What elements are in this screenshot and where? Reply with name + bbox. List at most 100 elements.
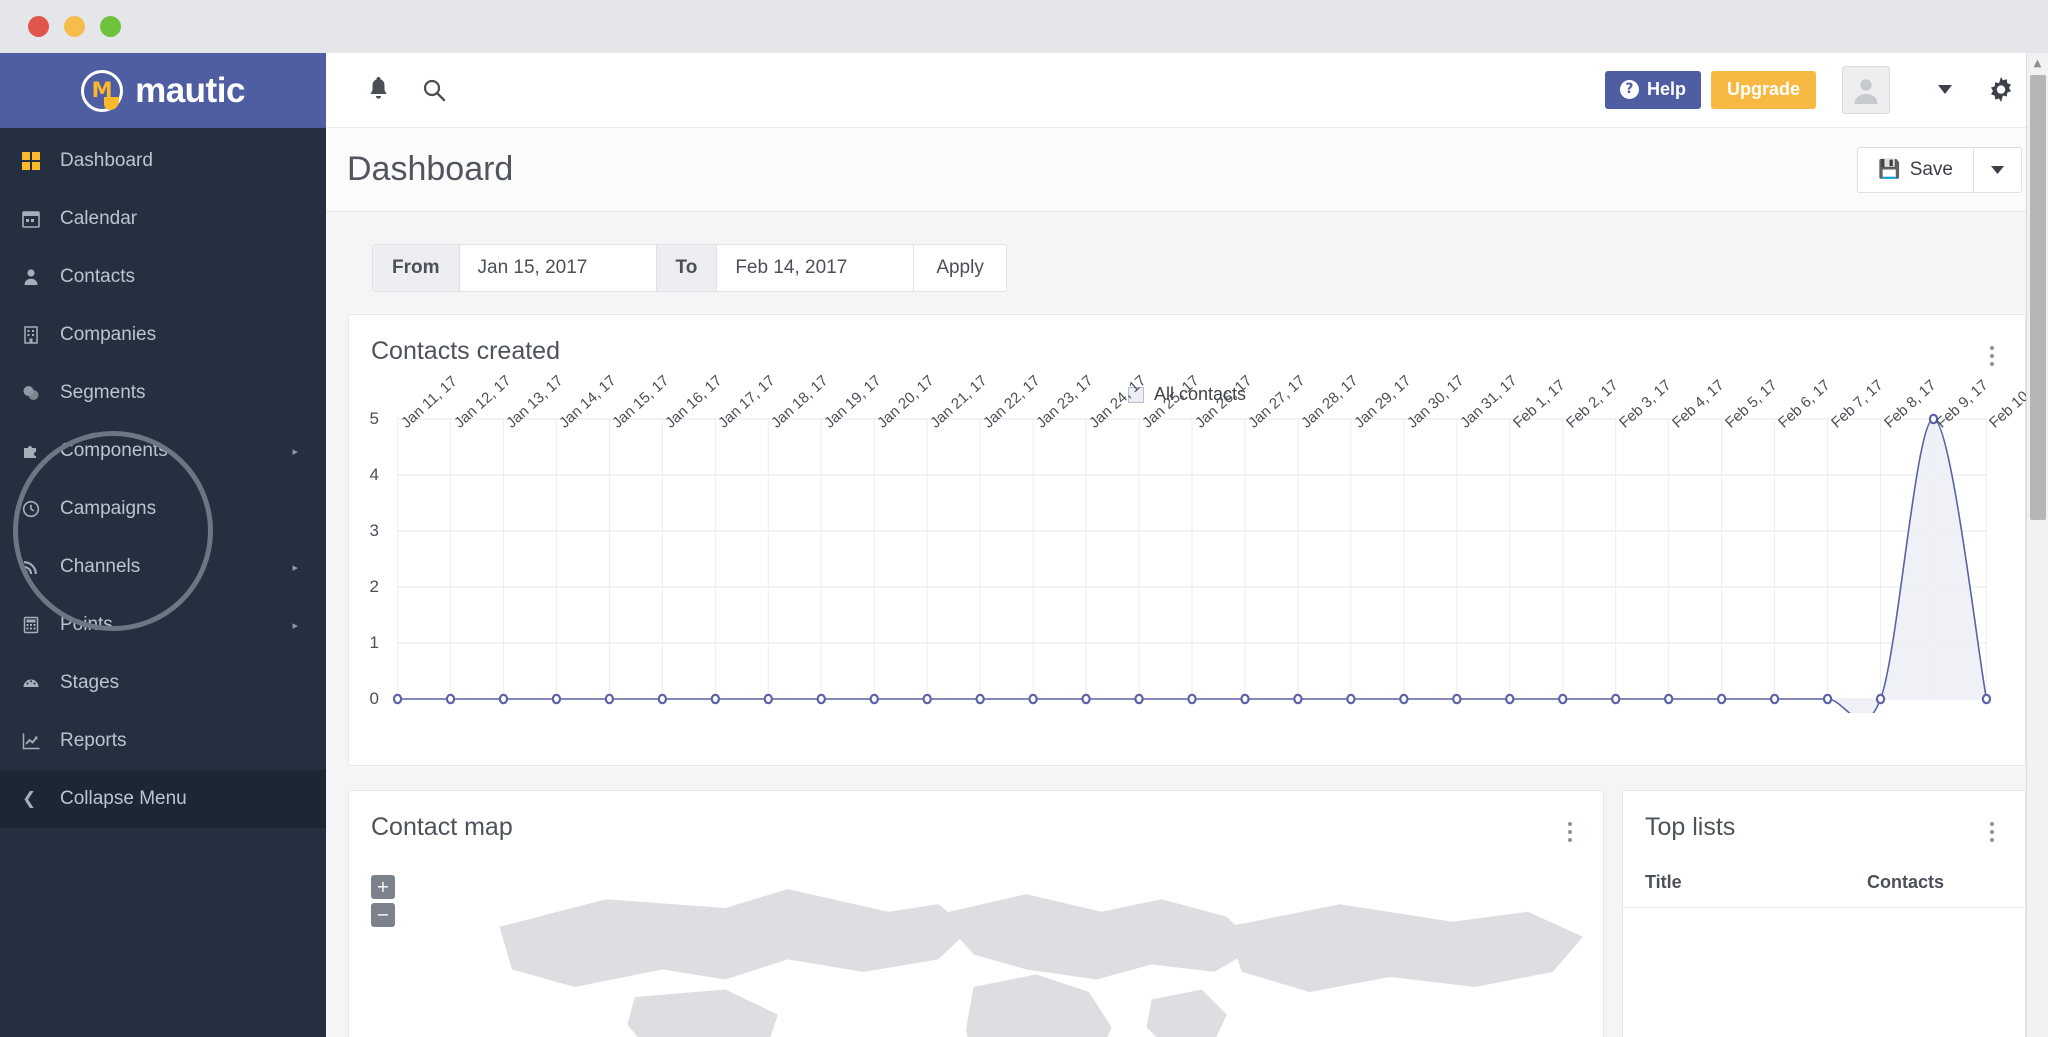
- app-root: M mautic Dashboard Calendar Contacts Com…: [0, 53, 2048, 1037]
- sidebar-item-label: Components: [60, 440, 168, 461]
- sidebar-item-components[interactable]: Components ▸: [0, 422, 326, 480]
- map-zoom-out-button[interactable]: −: [371, 903, 395, 928]
- brand-logo[interactable]: M mautic: [0, 53, 326, 128]
- date-from-input[interactable]: [459, 245, 657, 292]
- map-zoom-in-button[interactable]: +: [371, 875, 395, 900]
- contacts-created-panel: Contacts created All contacts Jan 11, 17…: [348, 314, 2048, 767]
- calendar-icon: [22, 210, 60, 228]
- sidebar-item-label: Stages: [60, 672, 120, 693]
- sidebar-item-reports[interactable]: Reports: [0, 712, 326, 770]
- column-header-title: Title: [1645, 872, 1682, 893]
- map-panel-title: Contact map: [371, 813, 513, 842]
- save-button-group: 💾 Save: [1857, 146, 2022, 193]
- sidebar-collapse-label: Collapse Menu: [60, 788, 187, 809]
- puzzle-icon: [22, 442, 60, 460]
- sidebar-item-contacts[interactable]: Contacts: [0, 248, 326, 306]
- chart-y-tick-label: 2: [369, 577, 379, 597]
- sidebar-item-campaigns[interactable]: Campaigns: [0, 480, 326, 538]
- topbar-user-dropdown[interactable]: [1920, 65, 1970, 115]
- clock-icon: [22, 500, 60, 518]
- sidebar-item-label: Companies: [60, 324, 157, 345]
- page-title: Dashboard: [347, 150, 514, 189]
- topbar: ? Help Upgrade: [326, 53, 2048, 128]
- building-icon: [22, 326, 60, 344]
- user-avatar-icon: [1854, 79, 1878, 104]
- toplists-panel-title: Top lists: [1645, 813, 1736, 842]
- chevron-right-icon: ▸: [292, 444, 298, 458]
- chevron-right-icon: ▸: [292, 618, 298, 632]
- sidebar-item-channels[interactable]: Channels ▸: [0, 538, 326, 596]
- chart-y-tick-label: 0: [369, 689, 379, 709]
- calculator-icon: [22, 616, 60, 634]
- date-from-label: From: [373, 245, 460, 292]
- sidebar-item-label: Segments: [60, 382, 146, 403]
- window-maximize-button[interactable]: [100, 16, 121, 37]
- window-minimize-button[interactable]: [64, 16, 85, 37]
- segments-icon: [22, 384, 60, 402]
- search-icon[interactable]: [406, 62, 462, 118]
- apply-button[interactable]: Apply: [914, 245, 1006, 292]
- toplists-panel-header: Top lists: [1623, 791, 2025, 843]
- contacts-created-chart: Jan 11, 17 Jan 12, 17 Jan 13, 17 Jan 14, 17…: [370, 371, 2048, 714]
- help-button[interactable]: ? Help: [1604, 70, 1701, 109]
- sidebar-item-label: Dashboard: [60, 150, 153, 171]
- grid-icon: [22, 152, 60, 170]
- bell-icon[interactable]: [350, 62, 406, 118]
- sidebar-item-calendar[interactable]: Calendar: [0, 190, 326, 248]
- avatar[interactable]: [1842, 65, 1890, 114]
- sidebar-item-points[interactable]: Points ▸: [0, 596, 326, 654]
- sidebar-item-companies[interactable]: Companies: [0, 306, 326, 364]
- scrollbar-thumb[interactable]: [2030, 75, 2046, 520]
- dashboard-content: From To Apply Contacts created All conta…: [326, 212, 2048, 1037]
- save-dropdown-button[interactable]: [1974, 146, 2022, 193]
- chevron-down-icon: [1938, 85, 1952, 95]
- chart-y-tick-label: 5: [369, 409, 379, 429]
- gear-icon: [1991, 76, 2011, 102]
- contacts-panel-title: Contacts created: [371, 337, 560, 366]
- sidebar-item-label: Channels: [60, 556, 141, 577]
- upgrade-button[interactable]: Upgrade: [1710, 70, 1816, 109]
- sidebar-nav: Dashboard Calendar Contacts Companies Se…: [0, 128, 326, 1037]
- main-area: ? Help Upgrade Dashboard 💾 Save From Jan…: [326, 53, 2048, 1037]
- sidebar-item-dashboard[interactable]: Dashboard: [0, 132, 326, 190]
- sidebar-item-label: Calendar: [60, 208, 138, 229]
- kebab-menu-icon[interactable]: [1557, 813, 1583, 843]
- sidebar-collapse-menu-button[interactable]: ❮ Collapse Menu: [0, 770, 326, 828]
- map-zoom-controls: + −: [371, 875, 395, 928]
- chart-y-tick-label: 4: [369, 465, 379, 485]
- chevron-down-icon: [1991, 165, 2004, 174]
- save-button[interactable]: 💾 Save: [1857, 146, 1974, 193]
- settings-gear-button[interactable]: [1976, 65, 2026, 115]
- chart-y-tick-label: 1: [369, 633, 379, 653]
- date-to-label: To: [656, 245, 718, 292]
- dashboard-bottom-row: Contact map + − Top lists Title Contacts: [348, 790, 2026, 1037]
- contact-map-panel: Contact map + −: [348, 790, 1604, 1037]
- person-icon: [22, 268, 60, 286]
- help-badge-icon: ?: [1619, 80, 1639, 100]
- chevron-right-icon: ▸: [292, 560, 298, 574]
- page-header: Dashboard 💾 Save: [326, 127, 2048, 213]
- kebab-menu-icon[interactable]: [1979, 337, 2005, 367]
- sidebar: M mautic Dashboard Calendar Contacts Com…: [0, 53, 326, 1037]
- sidebar-item-label: Reports: [60, 730, 127, 751]
- top-lists-table-header: Title Contacts: [1623, 856, 2025, 909]
- scroll-up-arrow-icon[interactable]: ▲: [2027, 53, 2048, 73]
- vertical-scrollbar[interactable]: ▲: [2026, 53, 2048, 1037]
- sidebar-item-segments[interactable]: Segments: [0, 364, 326, 422]
- sidebar-item-stages[interactable]: Stages: [0, 654, 326, 712]
- sidebar-item-label: Points: [60, 614, 113, 635]
- gauge-icon: [22, 674, 60, 692]
- chart-plot-area: [389, 413, 1995, 714]
- date-to-input[interactable]: [717, 245, 915, 292]
- sidebar-item-label: Campaigns: [60, 498, 157, 519]
- help-button-label: Help: [1646, 79, 1686, 100]
- world-map[interactable]: [349, 839, 1603, 1037]
- chevron-left-icon: ❮: [22, 789, 37, 809]
- chart-icon: [22, 732, 60, 750]
- top-lists-panel: Top lists Title Contacts: [1622, 790, 2026, 1037]
- floppy-disk-icon: 💾: [1878, 159, 1901, 181]
- window-close-button[interactable]: [28, 16, 49, 37]
- column-header-contacts: Contacts: [1867, 872, 1945, 893]
- kebab-menu-icon[interactable]: [1979, 813, 2005, 843]
- chart-y-tick-label: 3: [369, 521, 379, 541]
